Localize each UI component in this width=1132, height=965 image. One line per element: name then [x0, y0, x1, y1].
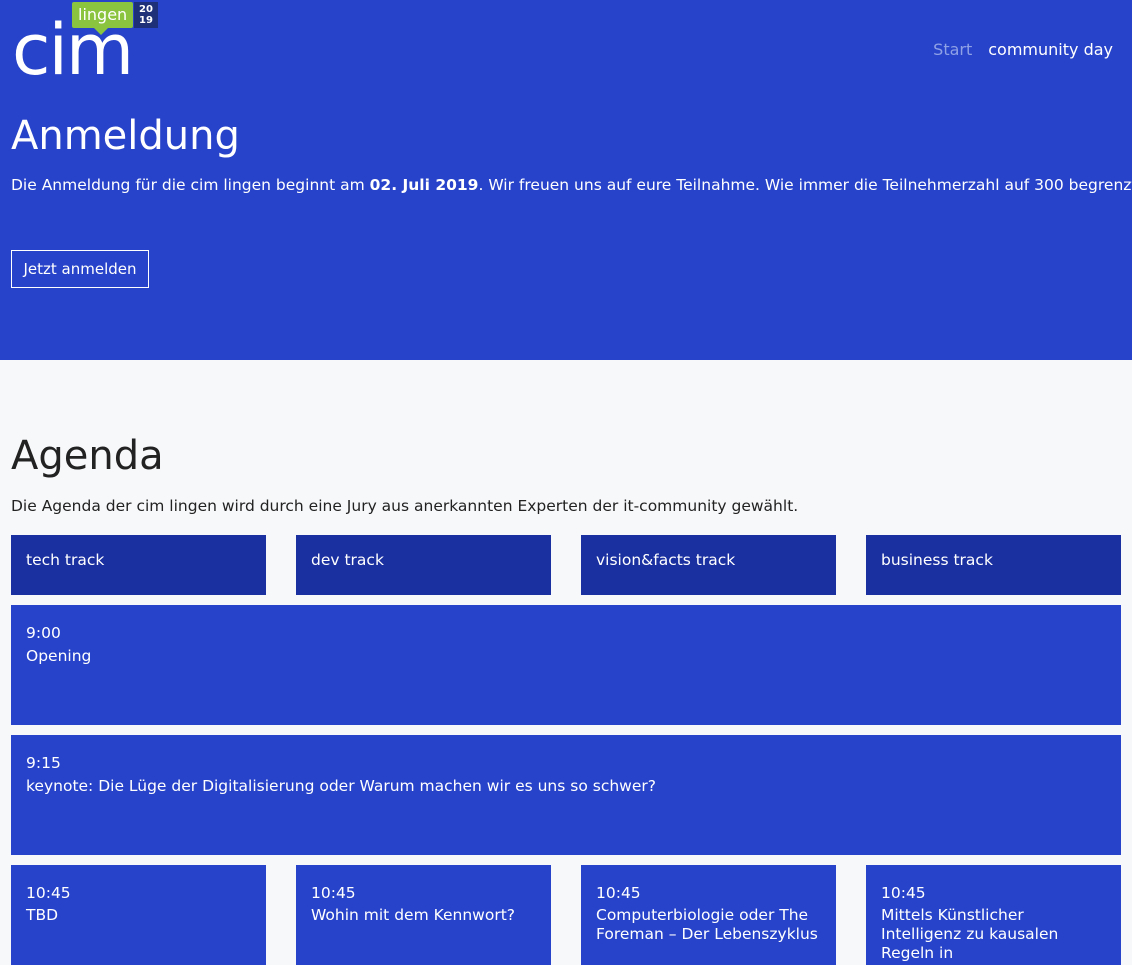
- track-tab-vision-facts[interactable]: vision&facts track: [581, 535, 836, 595]
- slot-title: Wohin mit dem Kennwort?: [311, 906, 516, 924]
- slot-title: TBD: [26, 906, 59, 924]
- agenda-slot-keynote: 9:15 keynote: Die Lüge der Digitalisieru…: [11, 735, 1121, 855]
- slot-time: 10:45: [881, 884, 926, 902]
- track-tab-tech[interactable]: tech track: [11, 535, 266, 595]
- slot-time: 10:45: [596, 884, 641, 902]
- registration-text-before: Die Anmeldung für die cim lingen beginnt…: [11, 176, 370, 194]
- slot-time: 9:00: [26, 624, 61, 642]
- agenda-session-business[interactable]: 10:45 Mittels Künstlicher Intelligenz zu…: [866, 865, 1121, 965]
- slot-title: keynote: Die Lüge der Digitalisierung od…: [26, 777, 656, 795]
- main-nav: Start community day: [933, 40, 1113, 60]
- nav-item-community-day[interactable]: community day: [988, 40, 1113, 60]
- logo-badge: lingen: [72, 2, 134, 35]
- track-tab-dev[interactable]: dev track: [296, 535, 551, 595]
- agenda-intro: Die Agenda der cim lingen wird durch ein…: [11, 497, 799, 515]
- logo-year: 20 19: [134, 2, 158, 28]
- slot-title: Computerbiologie oder The Foreman – Der …: [596, 906, 818, 943]
- slot-time: 9:15: [26, 754, 61, 772]
- slot-title: Mittels Künstlicher Intelligenz zu kausa…: [881, 906, 1059, 962]
- agenda-session-dev[interactable]: 10:45 Wohin mit dem Kennwort?: [296, 865, 551, 965]
- registration-text: Die Anmeldung für die cim lingen beginnt…: [11, 175, 1132, 195]
- track-tab-business[interactable]: business track: [866, 535, 1121, 595]
- slot-time: 10:45: [26, 884, 71, 902]
- registration-text-after: . Wir freuen uns auf eure Teilnahme. Wie…: [478, 176, 1132, 194]
- agenda-title: Agenda: [11, 433, 164, 479]
- agenda-slot-opening: 9:00 Opening: [11, 605, 1121, 725]
- slot-time: 10:45: [311, 884, 356, 902]
- registration-title: Anmeldung: [11, 113, 240, 159]
- agenda-session-tech[interactable]: 10:45 TBD: [11, 865, 266, 965]
- cim-lingen-logo[interactable]: cim lingen 20 19: [12, 0, 162, 92]
- register-now-button[interactable]: Jetzt anmelden: [11, 250, 149, 288]
- agenda-session-vision-facts[interactable]: 10:45 Computerbiologie oder The Foreman …: [581, 865, 836, 965]
- nav-item-start[interactable]: Start: [933, 40, 972, 60]
- hero-section: cim lingen 20 19 Start community day Anm…: [0, 0, 1132, 360]
- slot-title: Opening: [26, 647, 92, 665]
- registration-date: 02. Juli 2019: [369, 176, 479, 194]
